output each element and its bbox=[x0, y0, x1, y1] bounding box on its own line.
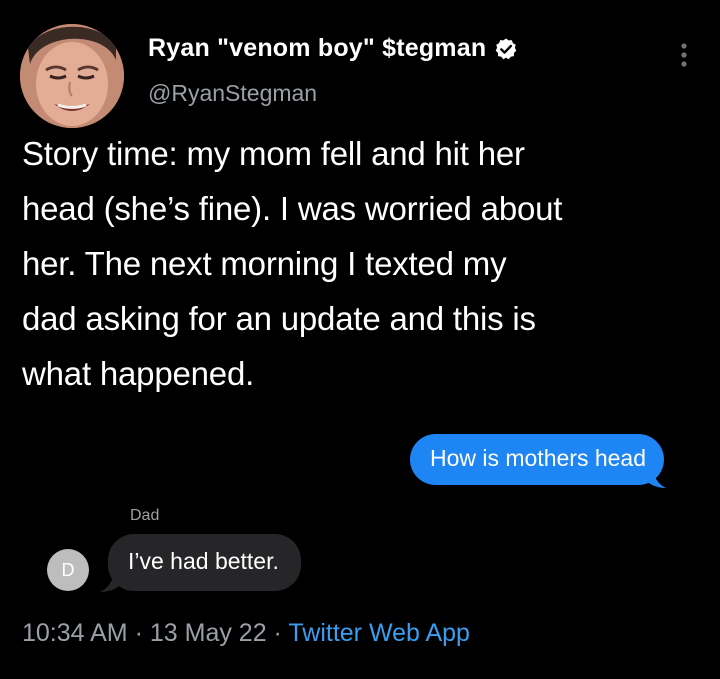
tweet-text-line: Story time: my mom fell and hit her bbox=[22, 135, 525, 172]
author-handle[interactable]: @RyanStegman bbox=[148, 80, 317, 107]
meta-separator: · bbox=[266, 619, 289, 647]
sender-label: Dad bbox=[130, 507, 160, 524]
tweet-source-link[interactable]: Twitter Web App bbox=[288, 619, 470, 647]
more-vertical-icon[interactable] bbox=[672, 40, 696, 70]
verified-badge-icon bbox=[494, 37, 518, 61]
tweet-text: Story time: my mom fell and hit her head… bbox=[22, 126, 712, 401]
tweet-text-line: head (she’s fine). I was worried about bbox=[22, 190, 563, 227]
profile-photo-icon bbox=[20, 24, 124, 128]
author-display-name[interactable]: Ryan "venom boy" $tegman bbox=[148, 34, 486, 63]
contact-avatar: D bbox=[47, 549, 89, 591]
meta-separator: · bbox=[127, 619, 150, 647]
tweet-text-line: what happened. bbox=[22, 355, 255, 392]
author-name-row[interactable]: Ryan "venom boy" $tegman bbox=[148, 34, 518, 63]
tweet-meta: 10:34 AM · 13 May 22 · Twitter Web App bbox=[22, 619, 470, 648]
tweet-card: Ryan "venom boy" $tegman @RyanStegman St… bbox=[0, 0, 720, 679]
author-avatar[interactable] bbox=[20, 24, 124, 128]
tweet-text-line: her. The next morning I texted my bbox=[22, 245, 507, 282]
tweet-text-line: dad asking for an update and this is bbox=[22, 300, 536, 337]
received-message-bubble: I’ve had better. bbox=[108, 534, 301, 591]
sent-message-bubble: How is mothers head bbox=[409, 434, 664, 485]
tweet-time[interactable]: 10:34 AM bbox=[22, 619, 128, 647]
tweet-date[interactable]: 13 May 22 bbox=[150, 619, 267, 647]
